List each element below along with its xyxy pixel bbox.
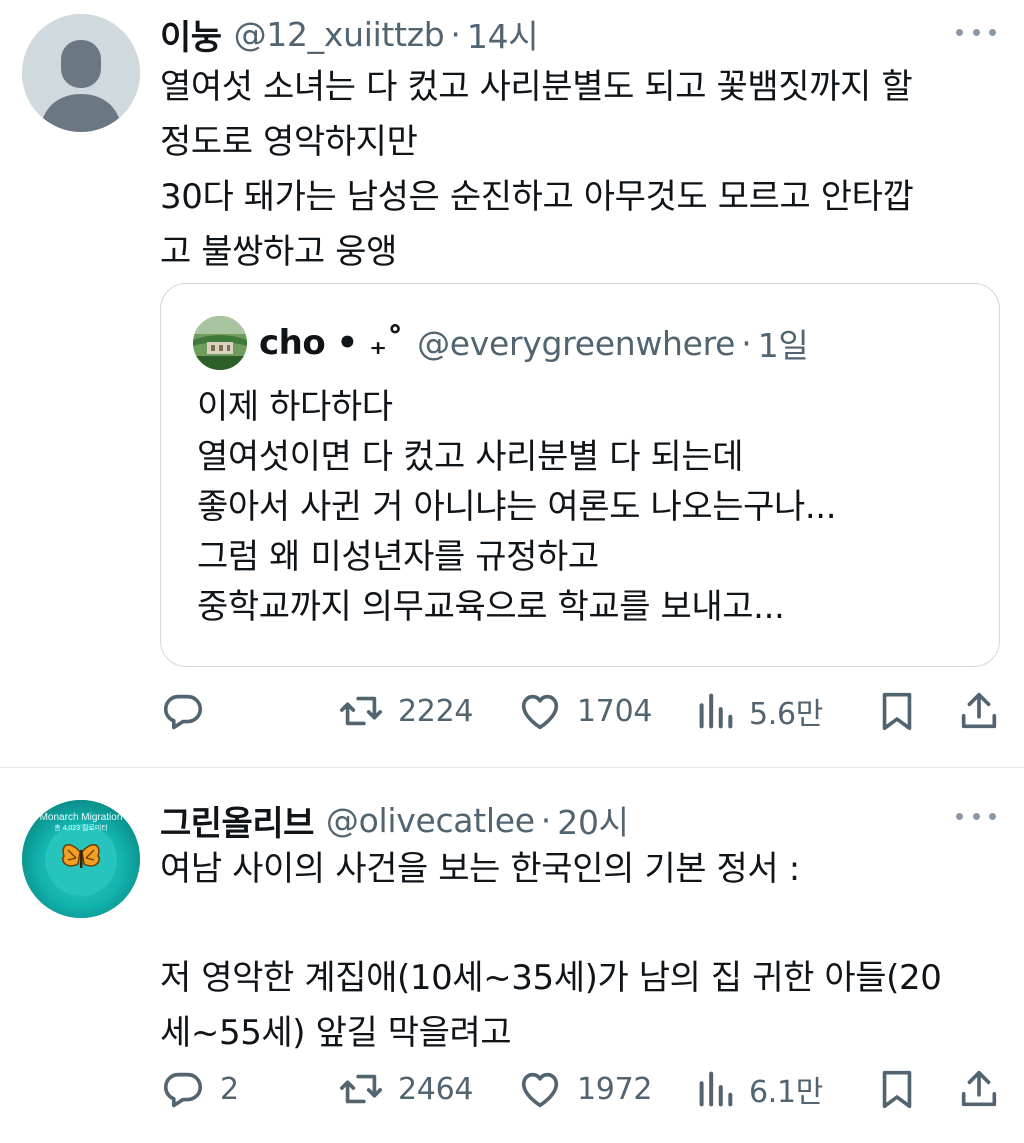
avatar-caption-subtitle: 총 4,023 킬로미터 <box>54 825 108 832</box>
analytics-icon <box>699 1071 733 1107</box>
bookmark-icon <box>882 1070 912 1109</box>
reply-icon <box>163 1072 203 1108</box>
views-button[interactable]: 6.1만 <box>695 1064 823 1114</box>
reply-button[interactable]: 2 <box>160 1064 239 1114</box>
retweet-icon <box>340 1074 382 1104</box>
retweet-count: 2464 <box>398 1071 474 1107</box>
tweet-header: 그린올리브 @olivecatlee · 20시 <box>160 796 629 844</box>
author-name[interactable]: 그린올리브 <box>160 796 314 845</box>
avatar-caption-title: Monarch Migration <box>39 812 123 823</box>
tweet-text: 여남 사이의 사건을 보는 한국인의 기본 정서 : 저 영악한 계집애(10세… <box>160 842 1010 1061</box>
share-icon <box>961 1070 997 1107</box>
share-button[interactable] <box>956 1064 1002 1114</box>
like-count: 1972 <box>577 1071 653 1107</box>
dot-icon <box>972 812 980 820</box>
like-button[interactable]: 1972 <box>517 1064 652 1114</box>
author-handle[interactable]: @olivecatlee <box>326 801 535 840</box>
timestamp[interactable]: 20시 <box>557 796 629 844</box>
reply-count: 2 <box>220 1071 239 1107</box>
retweet-button[interactable]: 2464 <box>338 1064 473 1114</box>
dot-icon <box>956 812 963 820</box>
more-options-icon[interactable] <box>956 806 996 826</box>
tweet[interactable]: Monarch Migration 총 4,023 킬로미터 그린올리브 @ol… <box>0 0 1024 1143</box>
separator-dot: · <box>540 800 552 840</box>
heart-icon <box>521 1072 559 1108</box>
tweet-text-line: 여남 사이의 사건을 보는 한국인의 기본 정서 : <box>160 849 800 889</box>
avatar-caption: Monarch Migration 총 4,023 킬로미터 <box>34 812 128 834</box>
tweet-text-line <box>160 897 1010 951</box>
action-bar: 2 2464 1972 6.1만 <box>160 1064 1000 1114</box>
tweet-text-line: 세~55세) 앞길 막을려고 <box>160 1013 512 1053</box>
views-count: 6.1만 <box>749 1075 824 1110</box>
tweet-text-line: 저 영악한 계집애(10세~35세)가 남의 집 귀한 아들(20 <box>160 958 942 998</box>
bookmark-button[interactable] <box>874 1064 920 1114</box>
dot-icon <box>989 812 996 820</box>
